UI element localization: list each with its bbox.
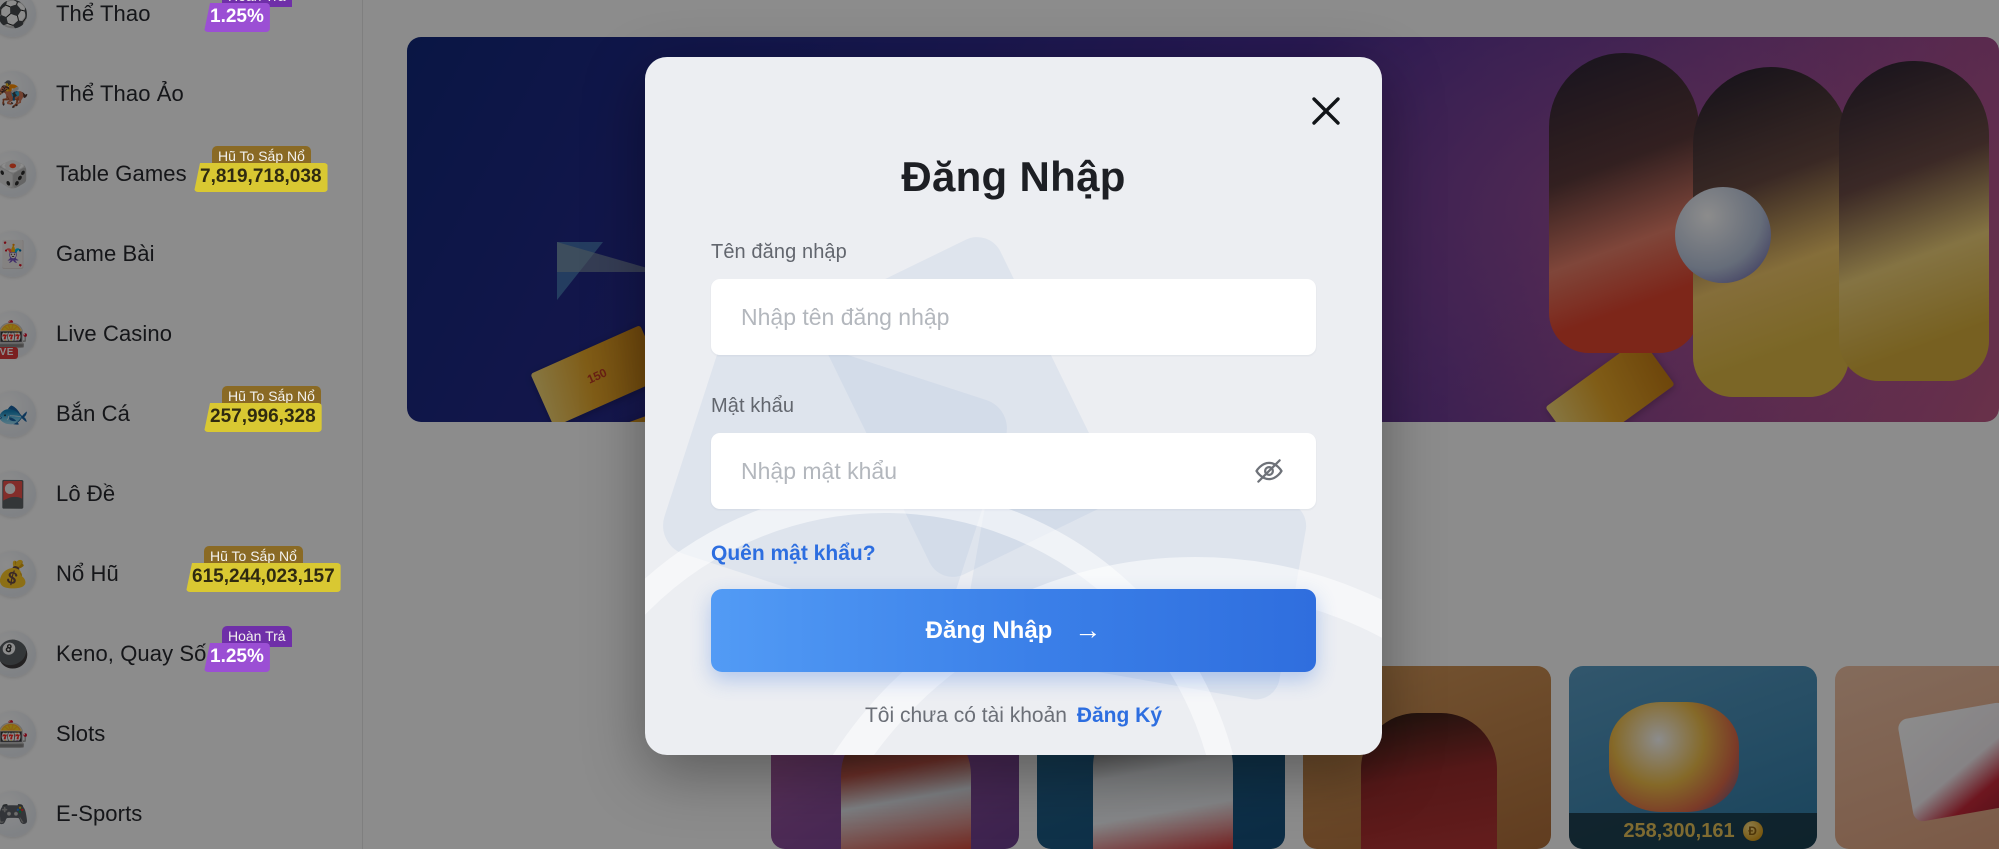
badge-value: 1.25% bbox=[204, 3, 270, 32]
username-label: Tên đăng nhập bbox=[711, 241, 847, 263]
arrow-right-icon: → bbox=[1074, 615, 1102, 645]
password-field[interactable] bbox=[711, 433, 1316, 509]
register-link[interactable]: Đăng Ký bbox=[1077, 704, 1162, 727]
badge-value: 257,996,328 bbox=[204, 403, 322, 432]
eye-off-icon[interactable] bbox=[1252, 454, 1286, 488]
login-submit-button[interactable]: Đăng Nhập → bbox=[711, 589, 1316, 672]
forgot-password-link[interactable]: Quên mật khẩu? bbox=[711, 542, 876, 566]
register-row: Tôi chưa có tài khoản Đăng Ký bbox=[711, 704, 1316, 728]
close-icon[interactable] bbox=[1300, 85, 1352, 137]
eye-off-glyph bbox=[1255, 459, 1283, 483]
register-prompt: Tôi chưa có tài khoản bbox=[864, 704, 1067, 727]
username-input[interactable] bbox=[741, 303, 1286, 331]
username-field[interactable] bbox=[711, 279, 1316, 355]
login-button-label: Đăng Nhập bbox=[925, 616, 1053, 644]
login-modal: Đăng Nhập Tên đăng nhập Mật khẩu Quên mậ… bbox=[645, 57, 1382, 755]
close-x-glyph bbox=[1312, 97, 1340, 125]
password-label: Mật khẩu bbox=[711, 395, 795, 417]
password-input[interactable] bbox=[741, 457, 1252, 485]
badge-value: 1.25% bbox=[204, 643, 270, 672]
login-form: Đăng Nhập Tên đăng nhập Mật khẩu Quên mậ… bbox=[645, 153, 1382, 728]
modal-title: Đăng Nhập bbox=[901, 153, 1126, 200]
badge-value: 615,244,023,157 bbox=[186, 563, 341, 592]
screen: ⚽ Thể Thao Hoàn Trả 1.25% 🏇 Thể Thao Ảo … bbox=[0, 0, 1999, 849]
badge-value: 7,819,718,038 bbox=[194, 163, 328, 192]
